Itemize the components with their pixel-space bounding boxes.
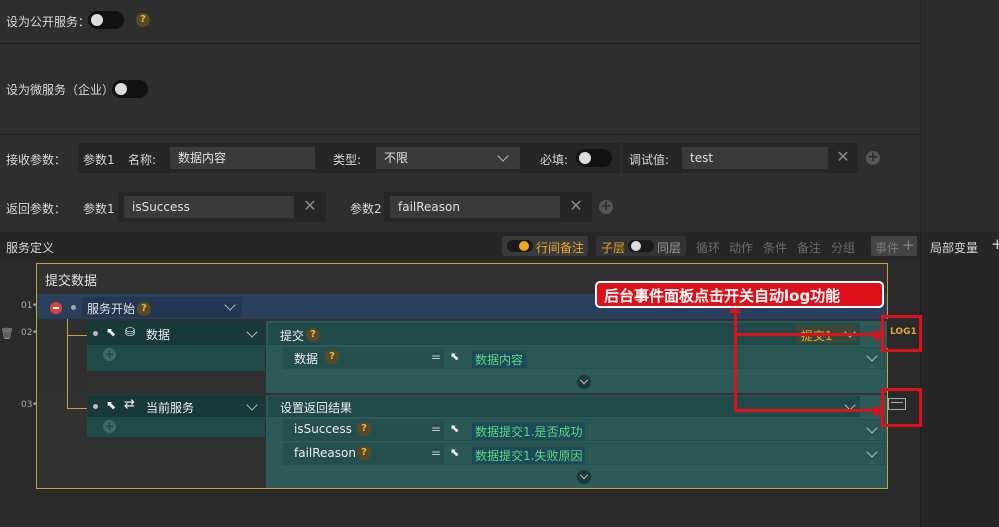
note-button[interactable]: 备注 [797, 239, 821, 256]
help-icon[interactable]: ? [306, 328, 320, 342]
service-start-label: 服务开始 [87, 302, 136, 316]
event-label: 事件 [875, 241, 900, 255]
cursor-icon: ⬉ [450, 350, 460, 363]
condition-button[interactable]: 条件 [763, 239, 787, 256]
trash-icon[interactable]: 🗑 [0, 327, 14, 340]
minus-glyph [53, 307, 59, 309]
set-result-label: 设置返回结果 [280, 401, 353, 415]
arrow-head-icon [874, 405, 883, 417]
public-service-label: 设为公开服务： [6, 15, 91, 29]
required-toggle[interactable] [576, 149, 612, 167]
row-number: 03 [21, 400, 33, 410]
debug-label: 调试值: [629, 153, 670, 167]
return-param2-input[interactable]: failReason [390, 196, 560, 218]
local-vars-title: 局部变量 [930, 241, 979, 255]
annotation-text: 后台事件面板点击开关自动log功能 [604, 287, 841, 305]
help-icon[interactable]: ? [325, 350, 339, 364]
divider [0, 43, 920, 44]
help-icon[interactable]: ? [357, 422, 371, 436]
toggle-knob [519, 241, 529, 251]
add-child-icon[interactable]: + [103, 420, 116, 433]
add-param-icon[interactable]: + [599, 200, 613, 214]
arrow-head-icon [874, 329, 883, 341]
required-label: 必填: [540, 153, 569, 167]
current-service-label: 当前服务 [146, 401, 195, 415]
public-service-help-icon[interactable]: ? [136, 13, 150, 27]
data-node-label: 数据 [146, 328, 171, 342]
equals-sign: = [431, 422, 442, 436]
equals-sign: = [431, 446, 442, 460]
param-label: failReason [294, 446, 356, 460]
public-service-toggle[interactable] [88, 11, 124, 29]
block-title: 提交数据 [45, 274, 98, 289]
local-vars-panel [920, 232, 999, 527]
row-number: 01 [21, 301, 33, 311]
cursor-icon: ⬉ [450, 446, 460, 459]
micro-service-toggle[interactable] [112, 80, 148, 98]
remove-param-icon[interactable]: ✕ [566, 195, 586, 217]
add-child-icon[interactable]: + [103, 348, 116, 361]
return-param1-input[interactable]: isSuccess [124, 196, 294, 218]
row-bullet [93, 331, 98, 336]
child-layer-label[interactable]: 子层 [601, 239, 625, 256]
annotation-arrow-line [734, 409, 882, 412]
cursor-icon: ⬉ [450, 422, 460, 435]
receive-params-label: 接收参数： [6, 153, 67, 167]
tree-connector [67, 319, 68, 409]
cursor-icon[interactable]: ⬉ [106, 325, 116, 339]
inline-note-label: 行间备注 [536, 241, 585, 255]
service-def-title: 服务定义 [6, 241, 55, 255]
row-number: 02 [21, 328, 33, 338]
param-value: 数据提交1.失败原因 [472, 447, 586, 464]
divider [0, 134, 920, 135]
help-icon[interactable]: ? [137, 302, 151, 316]
cursor-icon[interactable]: ⬉ [106, 398, 116, 412]
debug-value-input[interactable]: test [682, 147, 828, 169]
submit-action-label: 提交 [280, 329, 305, 343]
name-label: 名称: [128, 153, 157, 167]
group-button[interactable]: 分组 [831, 239, 855, 256]
help-icon[interactable]: ? [357, 446, 371, 460]
annotation-arrow-line [734, 306, 737, 412]
micro-service-label: 设为微服务（企业） [6, 83, 115, 97]
return-param2-index: 参数2 [350, 202, 382, 216]
plus-icon: + [902, 236, 915, 254]
param-type-value: 不限 [384, 151, 409, 165]
param-name-input[interactable]: 数据内容 [170, 147, 315, 169]
row-gutter [37, 319, 87, 393]
param-label: 数据 [294, 352, 319, 366]
param-value: 数据提交1.是否成功 [472, 423, 586, 440]
swap-icon: ⇄ [124, 397, 135, 412]
row-bullet [71, 305, 76, 310]
add-local-var-icon[interactable]: + [991, 235, 999, 253]
action-button[interactable]: 动作 [729, 239, 753, 256]
remove-param-icon[interactable]: ✕ [833, 146, 853, 168]
param-label: isSuccess [294, 422, 352, 436]
equals-sign: = [431, 350, 442, 364]
param-value: 数据内容 [472, 351, 527, 368]
return-params-label: 返回参数： [6, 202, 67, 216]
type-label: 类型: [333, 153, 362, 167]
annotation-highlight-box [881, 388, 922, 427]
add-param-icon[interactable]: + [866, 151, 880, 165]
database-icon: ⛁ [125, 325, 136, 339]
return-param1-index: 参数1 [83, 202, 115, 216]
annotation-arrow-line [734, 333, 882, 336]
set-result-row[interactable] [268, 396, 860, 417]
loop-button[interactable]: 循环 [696, 239, 720, 256]
receive-param-index: 参数1 [83, 153, 115, 167]
tree-connector [67, 335, 87, 336]
remove-param-icon[interactable]: ✕ [300, 195, 320, 217]
toggle-knob [631, 241, 641, 251]
same-layer-label[interactable]: 同层 [657, 239, 681, 256]
right-panel-top [920, 0, 999, 232]
row-bullet [93, 404, 98, 409]
annotation-highlight-box [881, 315, 922, 352]
tree-connector [67, 408, 87, 409]
